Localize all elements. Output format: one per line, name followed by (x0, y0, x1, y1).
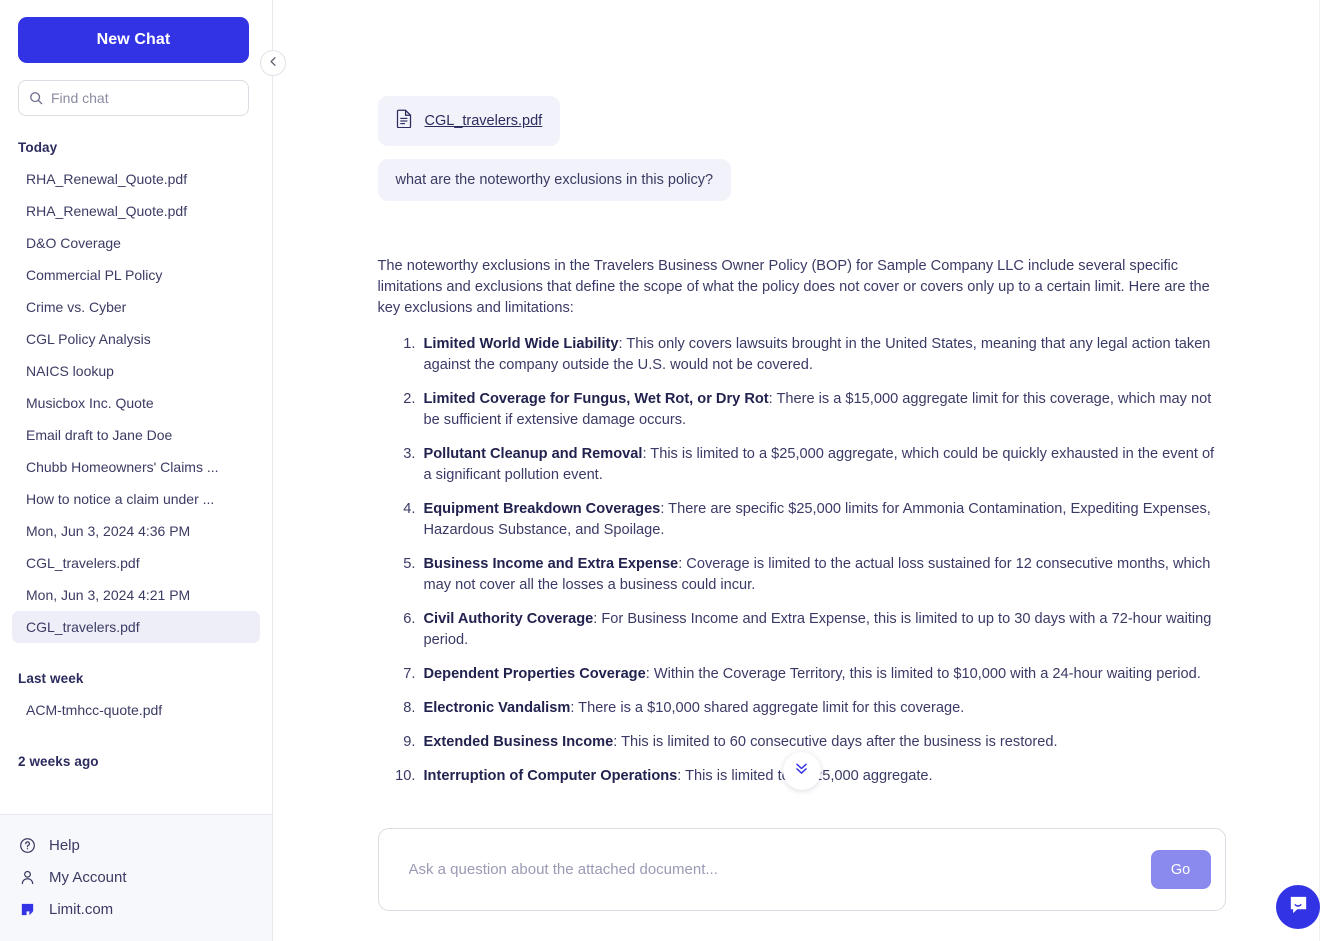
chat-item[interactable]: Mon, Jun 3, 2024 4:21 PM (12, 579, 260, 611)
attachment-chip[interactable]: CGL_travelers.pdf (378, 96, 561, 146)
list-item: Interruption of Computer Operations: Thi… (420, 766, 1222, 787)
document-icon (396, 109, 413, 133)
footer-item-label: Limit.com (49, 901, 113, 918)
chevron-left-icon (268, 54, 279, 72)
user-icon (18, 868, 36, 886)
list-item: Pollutant Cleanup and Removal: This is l… (420, 444, 1222, 486)
composer-area: Go (273, 828, 1330, 941)
chat-item[interactable]: Chubb Homeowners' Claims ... (12, 451, 260, 483)
chat-item[interactable]: ACM-tmhcc-quote.pdf (12, 694, 260, 726)
sidebar-collapse-button[interactable] (260, 50, 286, 76)
sidebar-footer: Help My Account Limit. (0, 814, 272, 941)
search-input[interactable] (51, 90, 238, 106)
group-label-last-week: Last week (12, 665, 260, 694)
conversation-inner: CGL_travelers.pdf what are the noteworth… (378, 0, 1226, 787)
list-item: Extended Business Income: This is limite… (420, 732, 1222, 753)
list-item: Limited Coverage for Fungus, Wet Rot, or… (420, 389, 1222, 431)
exclusion-detail: : This is limited to 60 consecutive days… (613, 734, 1057, 750)
list-item: Dependent Properties Coverage: Within th… (420, 664, 1222, 685)
question-input[interactable] (409, 861, 1151, 878)
support-chat-launcher[interactable] (1276, 885, 1320, 929)
sidebar: New Chat Today RHA_Renewal_Quote.pdf RHA… (0, 0, 273, 941)
footer-item-label: Help (49, 837, 80, 854)
exclusion-term: Limited Coverage for Fungus, Wet Rot, or… (424, 391, 769, 407)
group-label-today: Today (12, 134, 260, 163)
search-chat-field[interactable] (18, 80, 249, 116)
exclusion-term: Pollutant Cleanup and Removal (424, 446, 643, 462)
chat-item[interactable]: CGL_travelers.pdf (12, 547, 260, 579)
chat-item[interactable]: Mon, Jun 3, 2024 4:36 PM (12, 515, 260, 547)
search-icon (29, 91, 43, 105)
exclusion-term: Interruption of Computer Operations (424, 768, 678, 784)
chat-item[interactable]: CGL Policy Analysis (12, 323, 260, 355)
conversation-thread: CGL_travelers.pdf what are the noteworth… (273, 0, 1330, 828)
exclusions-list: Limited World Wide Liability: This only … (382, 334, 1222, 787)
list-item: Business Income and Extra Expense: Cover… (420, 554, 1222, 596)
chat-item[interactable]: How to notice a claim under ... (12, 483, 260, 515)
chat-item[interactable]: D&O Coverage (12, 227, 260, 259)
exclusion-term: Extended Business Income (424, 734, 614, 750)
chat-item[interactable]: NAICS lookup (12, 355, 260, 387)
assistant-answer: The noteworthy exclusions in the Travele… (378, 256, 1226, 787)
exclusion-detail: : There is a $10,000 shared aggregate li… (570, 700, 964, 716)
list-item: Limited World Wide Liability: This only … (420, 334, 1222, 376)
footer-item-my-account[interactable]: My Account (0, 861, 272, 893)
attachment-filename-link[interactable]: CGL_travelers.pdf (425, 113, 543, 129)
exclusion-detail: : Within the Coverage Territory, this is… (646, 666, 1201, 682)
user-message-bubble: what are the noteworthy exclusions in th… (378, 159, 732, 201)
answer-intro-paragraph: The noteworthy exclusions in the Travele… (378, 256, 1222, 319)
submit-question-button[interactable]: Go (1151, 850, 1211, 889)
footer-item-limit-com[interactable]: Limit.com (0, 893, 272, 925)
chat-item[interactable]: RHA_Renewal_Quote.pdf (12, 195, 260, 227)
chat-item[interactable]: Email draft to Jane Doe (12, 419, 260, 451)
exclusion-term: Electronic Vandalism (424, 700, 571, 716)
list-item: Equipment Breakdown Coverages: There are… (420, 499, 1222, 541)
app-root: New Chat Today RHA_Renewal_Quote.pdf RHA… (0, 0, 1330, 941)
new-chat-button[interactable]: New Chat (18, 17, 249, 63)
exclusion-term: Business Income and Extra Expense (424, 556, 679, 572)
exclusion-term: Limited World Wide Liability (424, 336, 619, 352)
exclusion-term: Dependent Properties Coverage (424, 666, 646, 682)
limit-logo-icon (18, 900, 36, 918)
main-content: CGL_travelers.pdf what are the noteworth… (273, 0, 1330, 941)
chat-item[interactable]: Commercial PL Policy (12, 259, 260, 291)
chat-item[interactable]: RHA_Renewal_Quote.pdf (12, 163, 260, 195)
group-label-two-weeks-ago: 2 weeks ago (12, 748, 260, 777)
chat-item-selected[interactable]: CGL_travelers.pdf (12, 611, 260, 643)
exclusion-term: Civil Authority Coverage (424, 611, 594, 627)
scroll-to-bottom-button[interactable] (783, 752, 821, 790)
chat-item[interactable]: Crime vs. Cyber (12, 291, 260, 323)
footer-item-label: My Account (49, 869, 127, 886)
composer[interactable]: Go (378, 828, 1226, 911)
list-item: Civil Authority Coverage: For Business I… (420, 609, 1222, 651)
intercom-chat-icon (1287, 893, 1310, 921)
page-scrollbar[interactable] (1319, 0, 1330, 941)
page-scrollbar-thumb[interactable] (1322, 60, 1329, 360)
chat-item[interactable]: Musicbox Inc. Quote (12, 387, 260, 419)
exclusion-term: Equipment Breakdown Coverages (424, 501, 661, 517)
list-item: Electronic Vandalism: There is a $10,000… (420, 698, 1222, 719)
help-circle-icon (18, 836, 36, 854)
sidebar-header: New Chat (0, 0, 272, 116)
chevrons-down-icon (793, 760, 810, 782)
footer-item-help[interactable]: Help (0, 829, 272, 861)
